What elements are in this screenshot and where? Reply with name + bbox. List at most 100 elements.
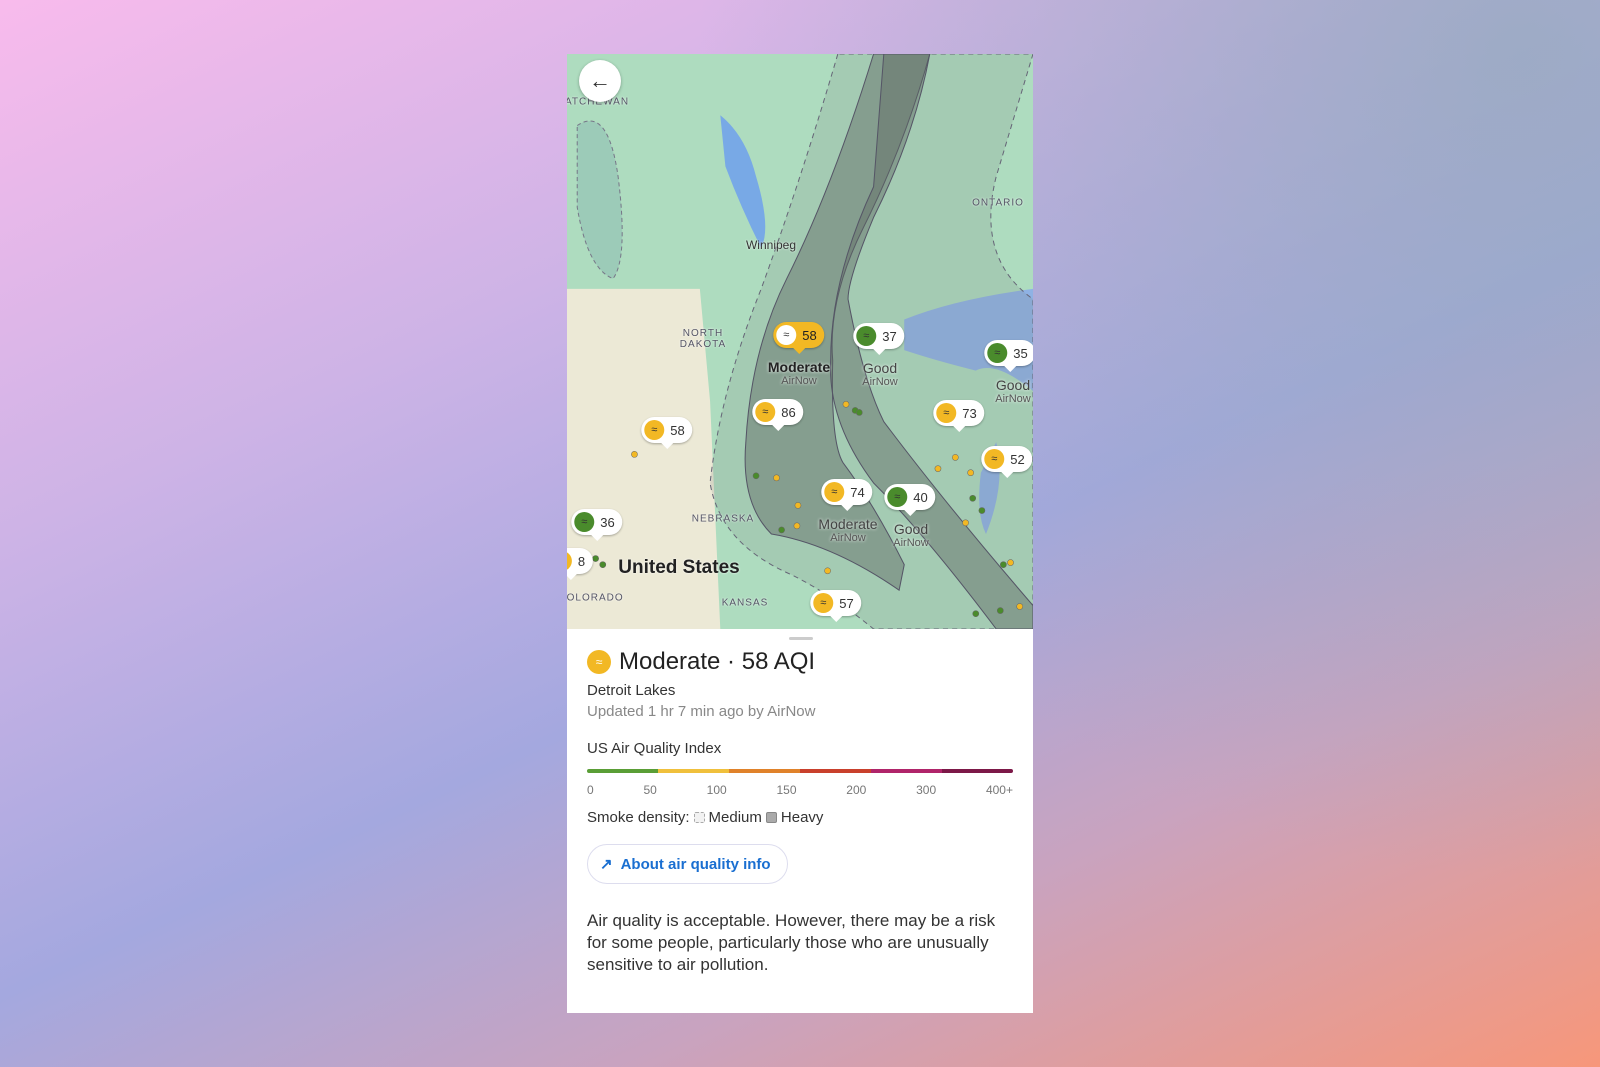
about-button-label: About air quality info (620, 855, 771, 873)
station-dot[interactable] (842, 400, 850, 408)
air-quality-icon: ≈ (936, 403, 957, 423)
aqi-value: 58 (802, 327, 817, 343)
place-label: United States (618, 557, 740, 578)
station-dot[interactable] (855, 409, 863, 416)
place-label: NEBRASKA (691, 513, 755, 525)
aqi-scale-ticks: 0 50 100 150 200 300 400+ (587, 783, 1013, 797)
scale-tick: 0 (587, 783, 594, 797)
lake-winnipeg (720, 115, 766, 249)
external-link-icon: ↗ (600, 856, 613, 873)
location-name: Detroit Lakes (587, 682, 676, 699)
smoke-legend: Smoke density: Medium Heavy (587, 809, 1013, 826)
station-dot[interactable] (969, 494, 977, 502)
about-air-quality-button[interactable]: ↗ About air quality info (587, 844, 788, 884)
aqi-value: 57 (839, 595, 854, 611)
scale-tick: 200 (846, 783, 867, 797)
source: AirNow (893, 537, 929, 550)
aqi-heading: Moderate · 58 AQI (619, 648, 816, 675)
station-dot[interactable] (952, 454, 959, 461)
aqi-marker[interactable]: ≈58 (641, 417, 693, 449)
aqi-value: 36 (600, 514, 615, 530)
air-quality-icon: ≈ (984, 449, 1005, 469)
aqi-marker[interactable]: ≈35 (984, 340, 1033, 372)
back-button[interactable]: ← (579, 60, 621, 102)
air-quality-icon: ≈ (644, 420, 665, 440)
aqi-marker[interactable]: ≈58 (773, 322, 825, 354)
scale-segment (871, 769, 942, 773)
air-quality-icon: ≈ (776, 325, 797, 345)
station-dot[interactable] (1016, 603, 1024, 610)
scale-segment (729, 769, 800, 773)
aqi-value: 8 (577, 553, 586, 569)
aqi-marker[interactable]: ≈86 (752, 399, 804, 431)
air-quality-icon: ≈ (856, 326, 877, 346)
place-label: Winnipeg (745, 238, 797, 252)
scale-segment (800, 769, 871, 773)
marker-label: Good AirNow (893, 521, 928, 550)
bottom-sheet: ≈ Moderate · 58 AQI Detroit Lakes Update… (567, 629, 1033, 1013)
station-dot[interactable] (778, 526, 785, 534)
scale-tick: 50 (643, 783, 657, 797)
aqi-value: 86 (781, 404, 796, 420)
drag-handle[interactable] (789, 637, 813, 640)
station-dot[interactable] (967, 469, 974, 477)
aqi-marker[interactable]: ≈52 (981, 446, 1033, 478)
station-dot[interactable] (1000, 561, 1007, 568)
category: Good (862, 360, 898, 376)
air-quality-icon: ≈ (887, 487, 908, 507)
station-dot[interactable] (824, 567, 831, 575)
phone-screen: ATCHEWAN Winnipeg ONTARIO NORTH DAKOTA NEBRA… (567, 54, 1033, 1013)
station-dot[interactable] (978, 507, 986, 514)
aqi-marker[interactable]: ≈37 (853, 323, 905, 355)
station-dot[interactable] (773, 474, 780, 482)
station-dot[interactable] (1007, 559, 1014, 566)
station-dot[interactable] (996, 607, 1004, 614)
medium-swatch-icon (693, 812, 705, 823)
station-dot[interactable] (631, 451, 638, 458)
smoke-heavy-label: Heavy (780, 809, 824, 826)
aqi-value: 73 (962, 405, 977, 421)
smoke-label: Smoke density: (587, 809, 690, 826)
station-dot[interactable] (752, 472, 760, 480)
source: AirNow (830, 532, 866, 545)
air-quality-icon: ≈ (987, 343, 1008, 363)
scale-tick: 150 (776, 783, 797, 797)
aqi-marker[interactable]: ≈73 (933, 400, 985, 432)
scale-segment (587, 769, 658, 773)
station-dot[interactable] (599, 561, 607, 568)
place-label: ONTARIO (972, 197, 1024, 209)
aqi-marker[interactable]: ≈57 (810, 590, 862, 622)
aqi-value: 52 (1010, 451, 1025, 467)
aqi-marker[interactable]: ≈36 (571, 509, 623, 541)
map[interactable]: ATCHEWAN Winnipeg ONTARIO NORTH DAKOTA NEBRA… (567, 54, 1033, 629)
category: Moderate (818, 516, 878, 532)
station-dot[interactable] (934, 465, 942, 472)
aqi-value: 35 (1013, 345, 1028, 361)
station-dot[interactable] (972, 610, 980, 617)
station-dot[interactable] (793, 522, 801, 530)
station-dot[interactable] (592, 555, 599, 562)
marker-label: Good AirNow (862, 360, 897, 389)
aqi-title: ≈ Moderate · 58 AQI (587, 648, 1013, 676)
source: AirNow (862, 376, 898, 389)
aqi-scale (587, 769, 1013, 773)
arrow-left-icon: ← (589, 68, 611, 93)
aqi-value: 37 (882, 328, 897, 344)
station-dot[interactable] (962, 519, 969, 527)
aqi-marker[interactable]: ≈74 (821, 479, 873, 511)
category: Moderate (767, 359, 831, 375)
air-quality-icon: ≈ (824, 482, 845, 502)
updated-text: Updated 1 hr 7 min ago by AirNow (587, 703, 816, 720)
source: AirNow (995, 393, 1031, 406)
aqi-marker[interactable]: ≈40 (884, 484, 936, 516)
station-dot[interactable] (794, 502, 802, 509)
scale-tick: 300 (916, 783, 937, 797)
smoke-medium-label: Medium (708, 809, 762, 826)
category: Good (995, 377, 1031, 393)
lake-area (576, 120, 623, 280)
place-label: NORTH DAKOTA (679, 328, 727, 350)
index-label: US Air Quality Index (587, 740, 722, 757)
marker-label: Moderate AirNow (768, 359, 830, 388)
description: Air quality is acceptable. However, ther… (587, 911, 996, 974)
air-quality-icon: ≈ (567, 551, 572, 571)
